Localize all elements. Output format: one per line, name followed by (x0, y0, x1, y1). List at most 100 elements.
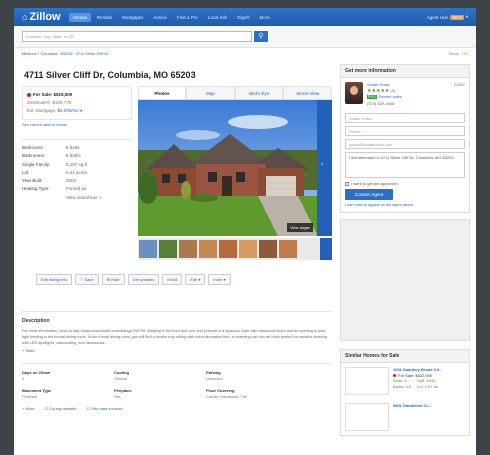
feature-links: + More ☐ County website ☐ See data sourc… (22, 406, 332, 411)
media-tabs: Photos Map Bird's Eye Street View (137, 86, 333, 100)
page-title: 4711 Silver Cliff Dr, Columbia, MO 65203 (24, 70, 196, 80)
nav-local-info[interactable]: Local Info (204, 13, 232, 22)
zillow-page: ⌂ Zillow Homes Rentals Mortgages Advice … (14, 8, 476, 455)
spec-lot: Lot: 0.87 ac (417, 383, 438, 389)
thumbnail[interactable] (158, 240, 177, 258)
nav-digs[interactable]: Digs® (233, 13, 253, 22)
county-website-link[interactable]: ☐ County website (45, 406, 77, 411)
fact-value: 0.41 acres (66, 169, 88, 175)
edit-listing-button[interactable]: Edit listing info (36, 274, 72, 285)
agent-hub-link[interactable]: Agent Hub NEW ▾ (427, 14, 468, 20)
fact-row: Lot: 0.41 acres (22, 169, 132, 177)
similar-home-thumbnail[interactable] (345, 367, 389, 395)
agent-info: Susan Hoski 22357 ★★★★★ (5) PRO Recent s… (367, 82, 465, 106)
photo-viewer: › View larger (137, 100, 332, 236)
fact-table: Bedrooms: 5 beds Bathrooms: 5 baths Single… (22, 139, 132, 202)
search-input[interactable]: Location: City, State, or ZIP (22, 31, 252, 42)
nav-advice[interactable]: Advice (149, 13, 171, 22)
nav-find-a-pro[interactable]: Find a Pro (173, 13, 202, 22)
description-title: Description (22, 311, 332, 324)
ad-placeholder (340, 219, 470, 341)
save-button[interactable]: ♡ Save (74, 274, 99, 285)
fact-key: Bathrooms: (22, 153, 46, 159)
price-box: For Sale: $519,000 Zestimate®: $109,775 … (22, 86, 132, 120)
fact-key: Bedrooms: (22, 145, 44, 150)
contact-id: 22357 (453, 82, 465, 87)
nav-rentals[interactable]: Rentals (93, 13, 116, 22)
for-sale-dot-icon (27, 93, 31, 97)
nav-homes[interactable]: Homes (68, 12, 91, 22)
feature-value: Unknown (206, 376, 223, 381)
tab-street-view[interactable]: Street View (283, 86, 333, 99)
search-bar: Location: City, State, or ZIP ⚲ (14, 26, 476, 48)
features-more-link[interactable]: + More (22, 406, 35, 411)
status-badge: For Sale: $519,000 (27, 91, 127, 99)
similar-home-thumbnail[interactable] (345, 403, 389, 431)
description-text: For more information, head to http://www… (22, 329, 328, 345)
house-photo[interactable] (137, 100, 318, 236)
breadcrumb[interactable]: Missouri › Columbia › 65203 › 4711 Silve… (22, 51, 109, 56)
message-field[interactable]: I am interested in 4711 Silver Cliff Dr,… (345, 152, 465, 178)
thumbnail[interactable] (238, 240, 257, 258)
fact-row: View virtual tour » (22, 194, 132, 202)
feature-value: Central (114, 376, 127, 381)
rate-button[interactable]: ✉ Rate (101, 274, 125, 285)
phone-field[interactable]: Phone (345, 126, 465, 136)
name-field[interactable]: Susan Hoski (345, 113, 465, 123)
thumbnail[interactable] (278, 240, 297, 258)
similar-home-specs: Beds: 4 Baths: 4.5 Sqft: 4535 Lot: 0.87 … (393, 378, 442, 389)
tab-birds-eye[interactable]: Bird's Eye (234, 86, 284, 99)
recent-sales-link[interactable]: Recent sales (379, 94, 402, 99)
thumbnail[interactable] (178, 240, 197, 258)
fact-value: 5,187 sq ft (66, 161, 88, 167)
agent-hub-label: Agent Hub (426, 14, 448, 20)
fact-key: Single Family: (22, 161, 51, 167)
search-button[interactable]: ⚲ (254, 31, 268, 42)
preapproved-checkbox[interactable]: I want to get pre-approved (345, 181, 465, 186)
sidebar: Get more information Susan Hoski 22357 ★… (340, 64, 470, 436)
thumbnail[interactable] (218, 240, 237, 258)
contact-panel-title: Get more information (341, 65, 469, 78)
avatar[interactable] (345, 82, 363, 104)
description-section: Description For more information, head t… (22, 311, 332, 353)
nav-mortgages[interactable]: Mortgages (118, 13, 147, 22)
see-rates-link[interactable]: See current rates in Illinois (22, 123, 132, 127)
nav-more[interactable]: More (256, 13, 274, 22)
thumbnail[interactable] (138, 240, 157, 258)
list-item[interactable]: 5801 Dandelion Ct... (341, 399, 469, 435)
thumbnail-next-button[interactable] (320, 238, 332, 260)
view-count: Views: 717 (448, 51, 469, 56)
tab-map[interactable]: Map (186, 86, 235, 99)
house-photo-image (137, 100, 318, 236)
similar-home-name[interactable]: 5801 Dandelion Ct... (393, 403, 431, 431)
review-count[interactable]: (5) (391, 88, 396, 93)
contact-agent-panel: Get more information Susan Hoski 22357 ★… (340, 64, 470, 213)
edit-menu-button[interactable]: Edit ▾ (185, 274, 206, 285)
top-nav: ⌂ Zillow Homes Rentals Mortgages Advice … (14, 8, 476, 26)
search-icon: ⚲ (258, 33, 264, 40)
get-updates-button[interactable]: Get updates (127, 274, 160, 285)
similar-homes-panel: Similar Homes for Sale 1001 Saddlery Bro… (340, 349, 470, 436)
data-sources-link[interactable]: ☐ See data sources (87, 406, 123, 411)
email-button[interactable]: Email (162, 274, 183, 285)
view-virtual-tour-link[interactable]: View virtual tour » (66, 194, 102, 202)
zillow-logo[interactable]: ⌂ Zillow (22, 11, 61, 23)
feature-column: Parking Unknown Floor Covering Carpet, H… (206, 370, 298, 406)
next-photo-button[interactable]: › (317, 100, 332, 236)
view-larger-button[interactable]: View larger (287, 223, 313, 232)
agent-phone: (573) 529-4508 (367, 100, 395, 106)
more-menu-button[interactable]: more ▾ (208, 274, 231, 285)
email-field[interactable]: susan@susanhoski.com (345, 139, 465, 149)
feature-value: Finished (22, 394, 38, 399)
thumbnail[interactable] (198, 240, 217, 258)
list-item[interactable]: 1001 Saddlery Brook Cir... For Sale: $52… (341, 363, 469, 399)
listing-hero: For Sale: $519,000 Zestimate®: $109,775 … (22, 86, 333, 260)
contact-agent-button[interactable]: Contact Agent (345, 189, 393, 200)
description-more-link[interactable]: + More (22, 348, 332, 353)
spec-column: Sqft: 4535 Lot: 0.87 ac (417, 378, 438, 389)
mortgage-value[interactable]: $2,000/mo ▾ (58, 108, 83, 113)
mortgage-row: Est. Mortgage: $2,000/mo ▾ (27, 107, 127, 115)
tab-photos[interactable]: Photos (137, 86, 187, 99)
thumbnail[interactable] (258, 240, 277, 258)
learn-more-link[interactable]: Learn how to appear as the agent above (345, 203, 465, 207)
